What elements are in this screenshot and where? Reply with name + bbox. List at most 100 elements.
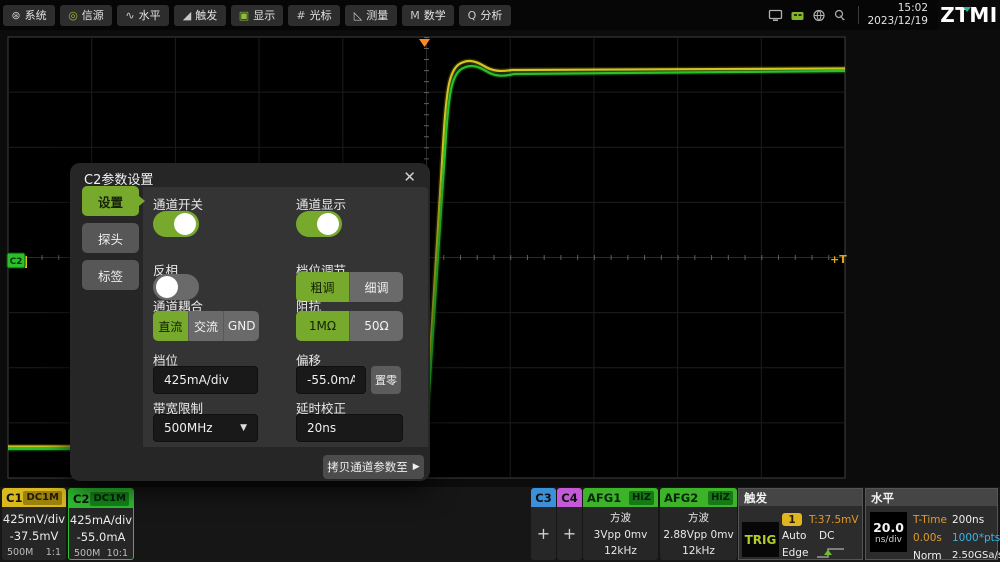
math-icon: M [410,10,420,21]
afg2-impedance-badge: HiZ [708,491,733,505]
fine-option[interactable]: 细调 [350,272,403,302]
c3-add-button[interactable]: + [531,507,556,559]
menu-analysis-button[interactable]: Q分析 [459,5,511,26]
c2-coupling-badge: DC1M [90,492,129,506]
c3-header: C3 [531,488,556,507]
coupling-dc-option[interactable]: 直流 [153,311,189,341]
afg1-header: AFG1 HiZ [583,488,658,507]
menu-display-button[interactable]: ▣显示 [231,5,283,26]
chevron-down-icon: ▼ [240,423,247,433]
coupling-gnd-option[interactable]: GND [224,311,259,341]
impedance-50-option[interactable]: 50Ω [350,311,403,341]
oscilloscope-screen: ⊛系统 ◎信源 ∿水平 ◢触发 ▣显示 # 光标 ◺测量 M数学 Q分析 15:0… [0,0,1000,562]
afg1-name: AFG1 [587,491,621,505]
channel-card-c3[interactable]: C3 + [531,488,556,560]
offset-input[interactable] [296,366,366,394]
tab-probe[interactable]: 探头 [82,223,139,253]
network-icon[interactable] [812,9,826,22]
timebase-box: 20.0 ns/div [870,512,907,552]
afg1-frequency: 12kHz [583,543,658,560]
zero-offset-button[interactable]: 置零 [371,366,401,394]
c1-probe-ratio: 1:1 [46,547,61,558]
menu-label: 系统 [25,7,47,23]
timebase-value: 20.0 [873,520,904,535]
status-bar: 15:02 2023/12/19 ZTMI [768,0,1000,30]
c2-ground-marker[interactable]: C2 [7,253,27,268]
channel-switch-toggle[interactable] [153,211,199,237]
c3-name: C3 [535,491,551,505]
horizontal-section[interactable]: 水平 20.0 ns/div T-Time 200ns 0.00s 1000*p… [865,488,998,560]
afg1-card[interactable]: AFG1 HiZ 方波 3Vpp 0mv 12kHz [583,488,658,560]
trigger-level: T:37.5mV [809,514,859,526]
rising-edge-icon [815,546,847,562]
scale-input[interactable] [153,366,258,394]
usb-icon[interactable] [790,9,805,22]
menu-system-button[interactable]: ⊛系统 [3,5,55,26]
afg2-amplitude: 2.88Vpp 0mv [660,527,737,544]
horizontal-section-title: 水平 [866,489,997,506]
channel-card-c4[interactable]: C4 + [557,488,582,560]
trigger-section-title: 触发 [739,489,862,506]
clock: 15:02 2023/12/19 [867,2,928,28]
acquisition-mode: Norm [913,550,942,562]
deskew-input[interactable] [296,414,403,442]
menu-measure-button[interactable]: ◺测量 [345,5,397,26]
channel-card-c2[interactable]: C2 DC1M 425mA/div -55.0mA 500M 10:1 [68,488,134,560]
channel-display-toggle[interactable] [296,211,342,237]
arrow-right-icon: ▶ [413,462,420,472]
menu-horizontal-button[interactable]: ∿水平 [117,5,169,26]
menu-trigger-button[interactable]: ◢触发 [174,5,226,26]
menu-cursor-button[interactable]: # 光标 [288,5,340,26]
c2-header: C2 DC1M [69,489,133,508]
timebase-unit: ns/div [875,535,902,545]
display-icon[interactable] [768,9,783,22]
c1-coupling-badge: DC1M [23,491,62,505]
tab-label: 探头 [98,229,123,248]
trigger-type: Edge [782,547,808,559]
c2-bandwidth: 500M [74,548,100,559]
logo-accent [963,7,971,12]
menu-math-button[interactable]: M数学 [402,5,454,26]
source-icon: ◎ [68,10,78,21]
close-icon[interactable]: ✕ [401,166,418,188]
afg2-card[interactable]: AFG2 HiZ 方波 2.88Vpp 0mv 12kHz [660,488,737,560]
menu-label: 光标 [310,7,332,23]
c1-scale: 425mV/div [2,511,66,528]
top-menu-bar: ⊛系统 ◎信源 ∿水平 ◢触发 ▣显示 # 光标 ◺测量 M数学 Q分析 15:0… [0,0,1000,30]
coupling-segment: 直流 交流 GND [153,311,259,341]
touch-icon[interactable] [833,9,848,22]
sample-rate: 2.50GSa/s [952,550,1000,561]
clock-date: 2023/12/19 [867,15,928,28]
tab-label: 设置 [98,192,123,211]
c4-add-button[interactable]: + [557,507,582,559]
horizontal-delay: 0.00s [913,532,942,544]
divider [858,6,859,24]
bandwidth-value: 500MHz [164,421,213,435]
trigger-section[interactable]: 触发 TRIG 1 Auto Edge T:37.5mV DC [738,488,863,560]
t-time-value: 200ns [952,514,984,526]
clock-time: 15:02 [867,2,928,15]
impedance-1m-option[interactable]: 1MΩ [296,311,350,341]
afg2-name: AFG2 [664,491,698,505]
magnifier-icon: Q [468,10,477,21]
afg2-frequency: 12kHz [660,543,737,560]
impedance-segment: 1MΩ 50Ω [296,311,403,341]
tab-settings[interactable]: 设置 [82,186,139,216]
measure-icon: ◺ [354,10,362,21]
channel-card-c1[interactable]: C1 DC1M 425mV/div -37.5mV 500M 1:1 [2,488,66,560]
copy-channel-params-button[interactable]: 拷贝通道参数至 ▶ [323,455,424,479]
coupling-ac-option[interactable]: 交流 [189,311,225,341]
tab-label: 标签 [98,266,123,285]
cursor-icon: # [296,10,305,21]
bandwidth-dropdown[interactable]: 500MHz ▼ [153,414,258,442]
c2-name: C2 [73,492,89,506]
c1-offset: -37.5mV [2,528,66,545]
tab-label-tab[interactable]: 标签 [82,260,139,290]
c4-name: C4 [561,491,577,505]
trigger-level-marker[interactable]: +T [830,253,847,266]
trigger-mode: Auto [782,530,806,542]
menu-source-button[interactable]: ◎信源 [60,5,112,26]
main-menu: ⊛系统 ◎信源 ∿水平 ◢触发 ▣显示 # 光标 ◺测量 M数学 Q分析 [0,5,511,26]
display-settings-icon: ▣ [239,10,249,21]
afg1-impedance-badge: HiZ [629,491,654,505]
